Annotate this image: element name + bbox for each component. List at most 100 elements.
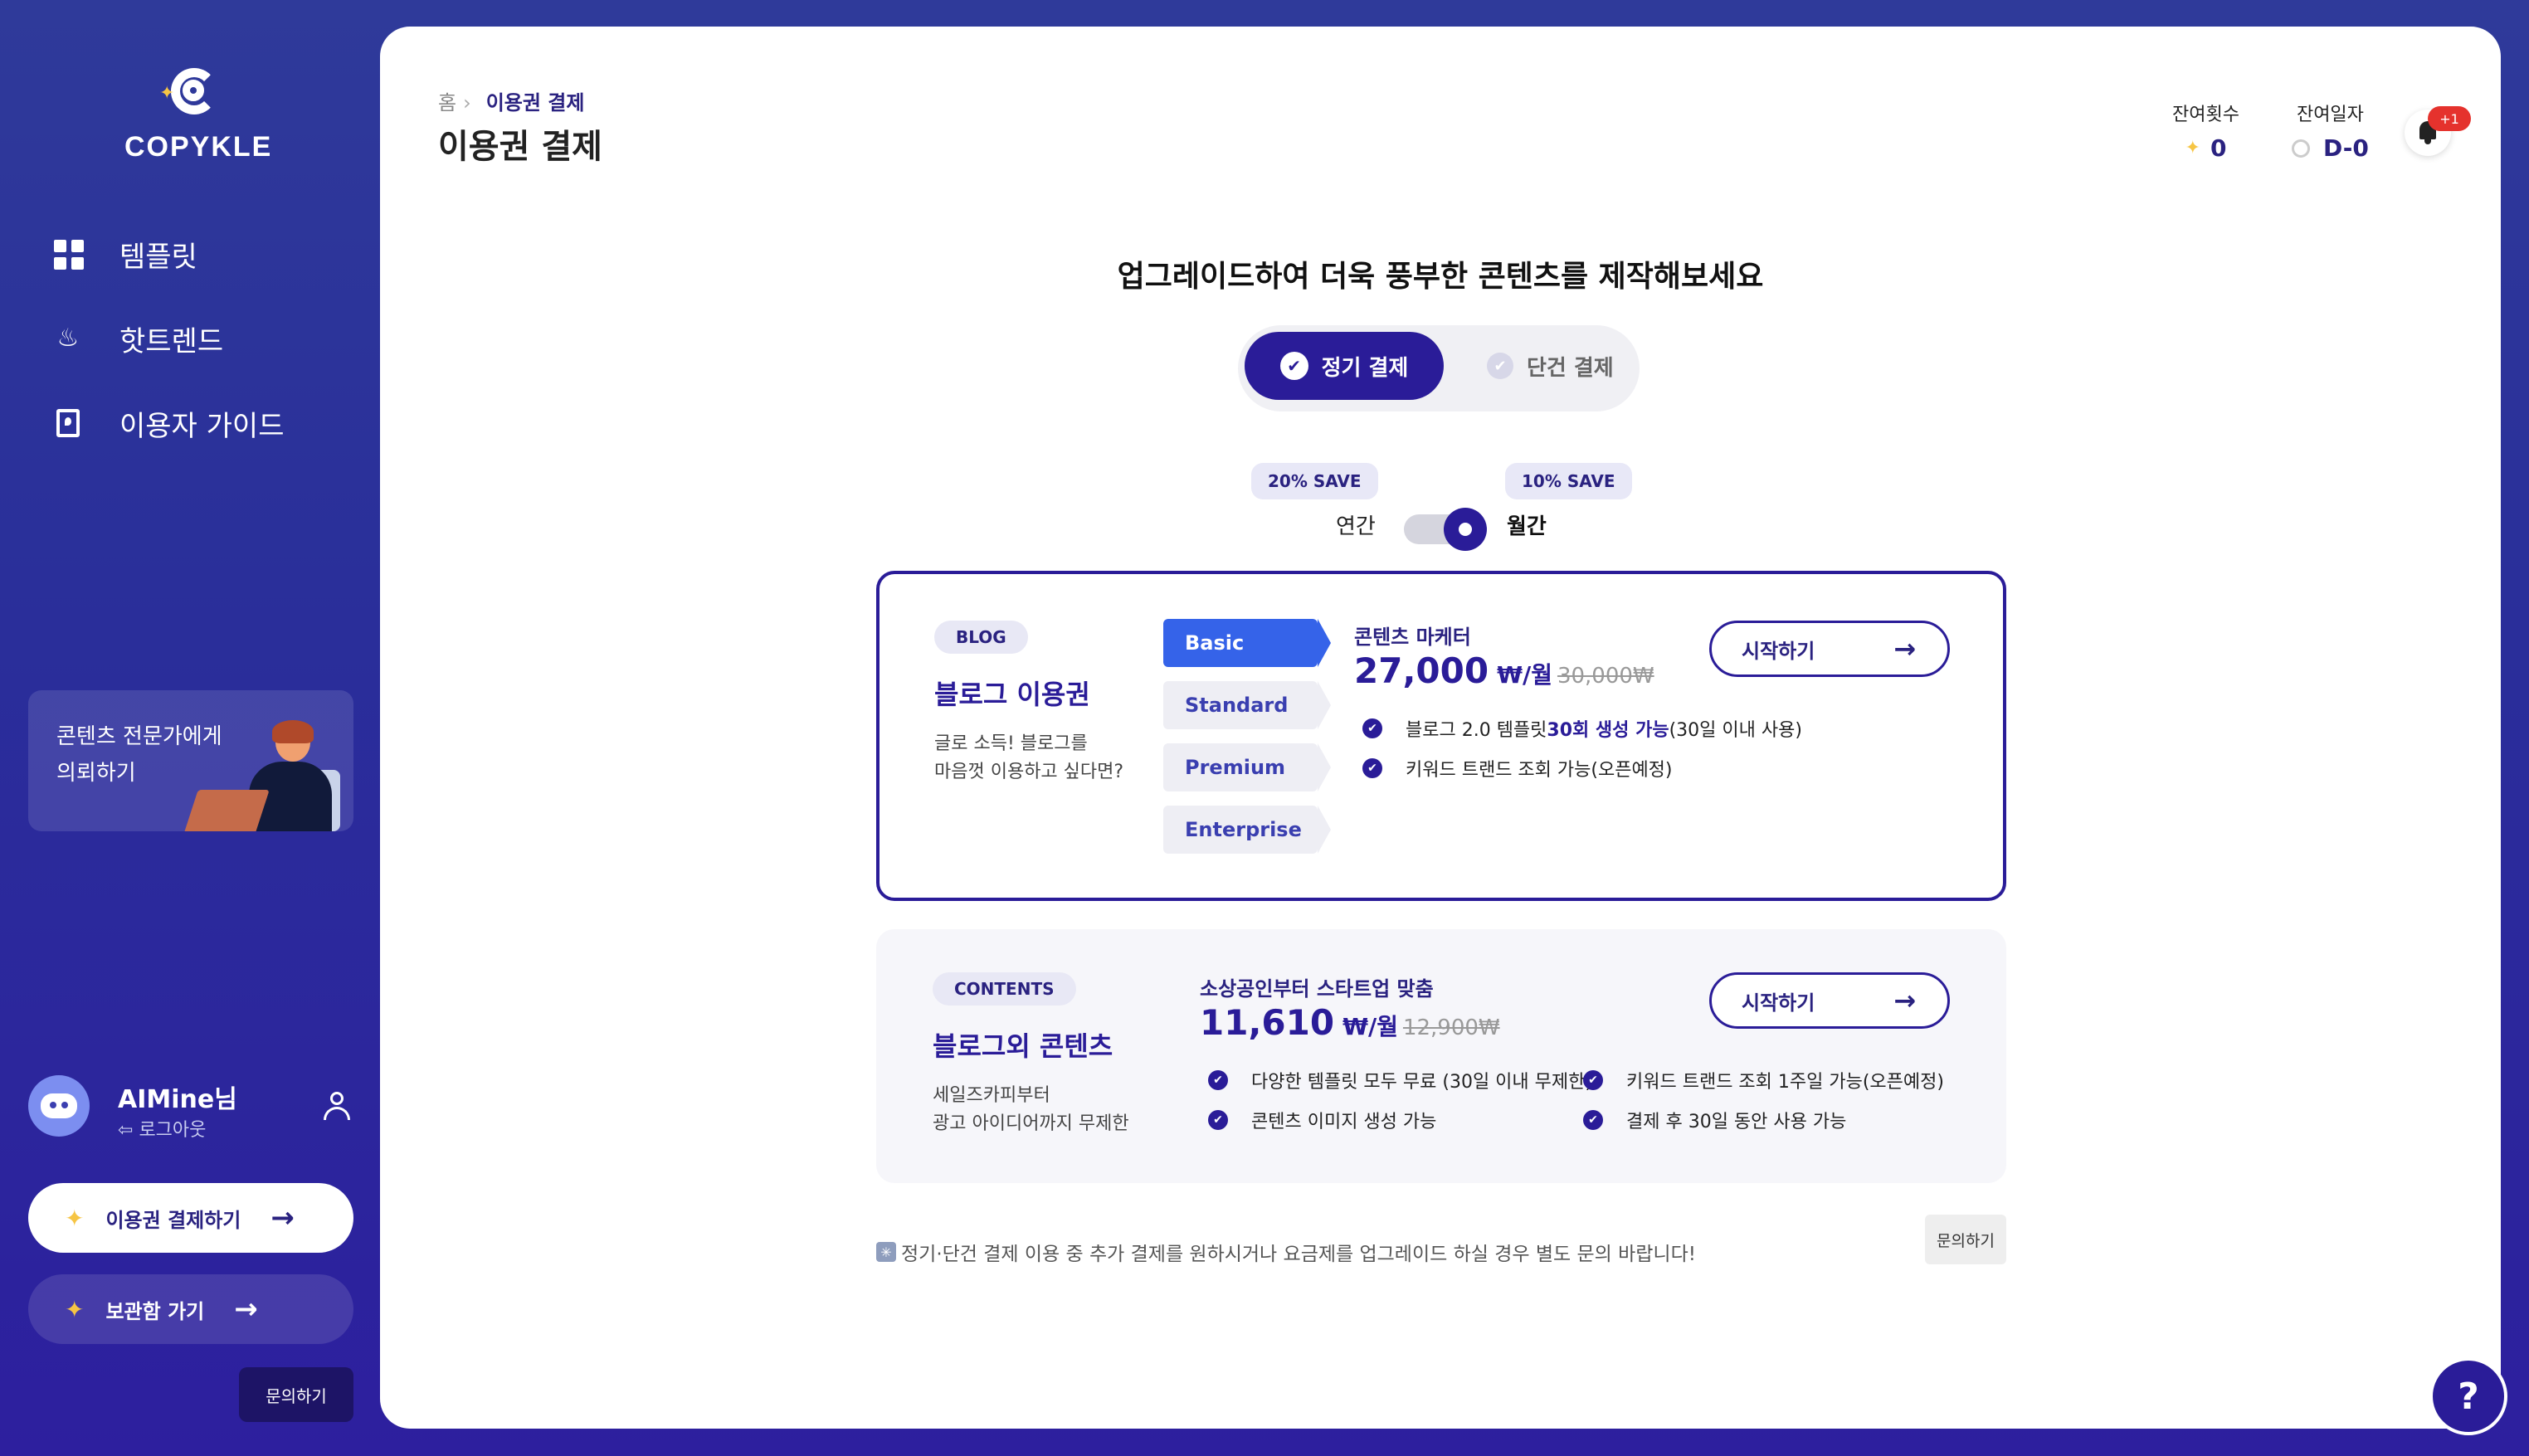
sidebar-item-label: 템플릿 <box>119 240 197 274</box>
sparkle-icon: ✦ <box>65 1204 85 1232</box>
help-button[interactable]: ? <box>2429 1357 2507 1435</box>
remaining-days: 잔여일자 D-0 <box>2292 100 2369 162</box>
tier-enterprise[interactable]: Enterprise <box>1163 806 1331 854</box>
tier-premium[interactable]: Premium <box>1163 743 1331 791</box>
consultant-illustration <box>183 720 348 831</box>
plan-feature: ✔ 콘텐츠 이미지 생성 가능 <box>1208 1107 1436 1133</box>
feature-text: (30일 이내 사용) <box>1669 720 1802 741</box>
plan-feature: ✔ 결제 후 30일 동안 사용 가능 <box>1583 1107 1846 1133</box>
sidebar-inquiry-button[interactable]: 문의하기 <box>239 1367 353 1422</box>
sidebar-item-user-guide[interactable]: 이용자 가이드 <box>51 381 334 465</box>
check-icon: ✔ <box>1583 1070 1603 1090</box>
avatar <box>28 1075 90 1137</box>
page-title: 이용권 결제 <box>438 128 602 166</box>
logout-label: 로그아웃 <box>139 1120 207 1141</box>
start-button[interactable]: 시작하기 → <box>1709 621 1950 677</box>
chevron-right-icon: › <box>463 91 471 114</box>
app-logo[interactable]: ✦ COPYKLE <box>124 66 270 163</box>
tab-recurring-payment[interactable]: ✔ 정기 결제 <box>1245 332 1444 400</box>
plan-subtitle: 소상공인부터 스타트업 맞춤 <box>1200 977 1434 1001</box>
logout-icon: ⇦ <box>118 1120 139 1141</box>
annual-save-badge: 20% SAVE <box>1251 463 1378 499</box>
user-icon[interactable] <box>320 1090 353 1123</box>
start-label: 시작하기 <box>1742 991 1815 1015</box>
tier-basic[interactable]: Basic <box>1163 619 1331 667</box>
inquiry-button[interactable]: 문의하기 <box>1925 1215 2006 1264</box>
plan-feature: ✔ 키워드 트랜드 조회 가능(오픈예정) <box>1362 755 1673 782</box>
flame-icon: ♨ <box>56 324 80 353</box>
plan-tag: CONTENTS <box>933 972 1076 1006</box>
price-value: 11,610 <box>1200 1002 1335 1043</box>
plan-desc-line: 글로 소득! 블로그를 <box>934 733 1088 754</box>
monthly-label[interactable]: 월간 <box>1507 509 1547 540</box>
sidebar-item-hot-trend[interactable]: ♨ 핫트렌드 <box>51 296 334 381</box>
start-button[interactable]: 시작하기 → <box>1709 972 1950 1029</box>
feature-text: 키워드 트랜드 조회 가능(오픈예정) <box>1406 760 1673 781</box>
notification-button[interactable]: +1 <box>2405 106 2471 156</box>
original-price: 12,900₩ <box>1402 1015 1500 1040</box>
check-icon: ✔ <box>1583 1110 1603 1130</box>
tab-label: 단건 결제 <box>1527 355 1614 381</box>
storage-button[interactable]: ✦ 보관함 가기 → <box>28 1274 353 1344</box>
feature-text: 키워드 트랜드 조회 1주일 가능(오픈예정) <box>1626 1072 1944 1093</box>
remaining-days-value: D-0 <box>2323 134 2369 162</box>
robot-icon <box>41 1093 77 1118</box>
plan-description: 세일즈카피부터 광고 아이디어까지 무제한 <box>933 1082 1129 1138</box>
check-icon: ✔ <box>1362 758 1382 778</box>
payment-notice: ✳ 정기·단건 결제 이용 중 추가 결제를 원하시거나 요금제를 업그레이드 … <box>876 1238 1696 1266</box>
payment-type-switch: ✔ 정기 결제 ✔ 단건 결제 <box>1238 325 1640 411</box>
sidebar-item-label: 이용자 가이드 <box>119 409 285 443</box>
plan-desc-line: 세일즈카피부터 <box>933 1085 1050 1106</box>
guide-book-icon <box>56 409 80 437</box>
notification-badge: +1 <box>2428 106 2471 131</box>
plan-desc-line: 마음껏 이용하고 싶다면? <box>934 762 1124 782</box>
plan-card-blog: BLOG 블로그 이용권 글로 소득! 블로그를 마음껏 이용하고 싶다면? B… <box>876 571 2006 901</box>
check-icon: ✔ <box>1208 1070 1228 1090</box>
pay-ticket-button[interactable]: ✦ 이용권 결제하기 → <box>28 1183 353 1253</box>
plan-title: 블로그 이용권 <box>934 679 1090 710</box>
plan-price: 11,610 ₩/월 12,900₩ <box>1200 1002 1500 1043</box>
grid-icon <box>51 237 85 270</box>
copykle-logo-icon: ✦ <box>159 66 217 119</box>
feature-highlight: 30회 생성 가능 <box>1547 720 1669 741</box>
arrow-right-icon: → <box>1893 633 1916 665</box>
tier-list: Basic Standard Premium Enterprise <box>1163 619 1331 868</box>
user-name: AIMine님 <box>118 1085 237 1114</box>
remaining-count: 잔여횟수 ✦ 0 <box>2172 100 2239 162</box>
tier-standard[interactable]: Standard <box>1163 681 1331 729</box>
arrow-right-icon: → <box>234 1293 258 1326</box>
main-panel: 홈 › 이용권 결제 이용권 결제 잔여횟수 ✦ 0 잔여일자 D-0 +1 업그레이… <box>380 27 2501 1429</box>
expert-request-card[interactable]: 콘텐츠 전문가에게 의뢰하기 <box>28 690 353 831</box>
start-label: 시작하기 <box>1742 639 1815 663</box>
price-unit: ₩/월 <box>1497 661 1552 689</box>
feature-text: 콘텐츠 이미지 생성 가능 <box>1251 1112 1437 1132</box>
remaining-count-value: 0 <box>2210 134 2227 162</box>
breadcrumb-home[interactable]: 홈 <box>438 91 456 114</box>
plan-desc-line: 광고 아이디어까지 무제한 <box>933 1113 1129 1134</box>
billing-period-toggle[interactable] <box>1404 508 1487 551</box>
price-unit: ₩/월 <box>1342 1013 1398 1040</box>
plan-title: 블로그외 콘텐츠 <box>933 1030 1113 1062</box>
logout-link[interactable]: ⇦ 로그아웃 <box>118 1115 206 1142</box>
price-value: 27,000 <box>1354 650 1489 691</box>
remaining-count-label: 잔여횟수 <box>2172 105 2239 125</box>
sidebar-item-templates[interactable]: 템플릿 <box>51 212 334 296</box>
check-circle-icon: ✔ <box>1487 353 1513 379</box>
tab-single-payment[interactable]: ✔ 단건 결제 <box>1487 332 1636 400</box>
sidebar-item-label: 핫트렌드 <box>119 324 224 358</box>
sparkle-icon: ✦ <box>2185 138 2200 158</box>
breadcrumb-current: 이용권 결제 <box>485 91 585 114</box>
sparkle-icon: ✦ <box>65 1295 85 1323</box>
check-icon: ✔ <box>1362 718 1382 738</box>
annual-label[interactable]: 연간 <box>1336 509 1376 540</box>
plan-tag: BLOG <box>934 621 1028 654</box>
feature-text: 블로그 2.0 템플릿 <box>1406 720 1547 741</box>
breadcrumb: 홈 › 이용권 결제 <box>438 86 584 115</box>
toggle-knob <box>1444 508 1487 551</box>
tab-label: 정기 결제 <box>1321 355 1409 381</box>
sidebar: ✦ COPYKLE 템플릿 ♨ 핫트렌드 이용자 가이드 콘텐츠 전문가에게 의… <box>0 0 380 1456</box>
user-profile: AIMine님 ⇦ 로그아웃 <box>28 1075 353 1143</box>
original-price: 30,000₩ <box>1557 664 1654 689</box>
upgrade-headline: 업그레이드하여 더욱 풍부한 콘텐츠를 제작해보세요 <box>1117 260 1764 294</box>
feature-text: 다양한 템플릿 모두 무료 (30일 이내 무제한) <box>1251 1072 1592 1093</box>
